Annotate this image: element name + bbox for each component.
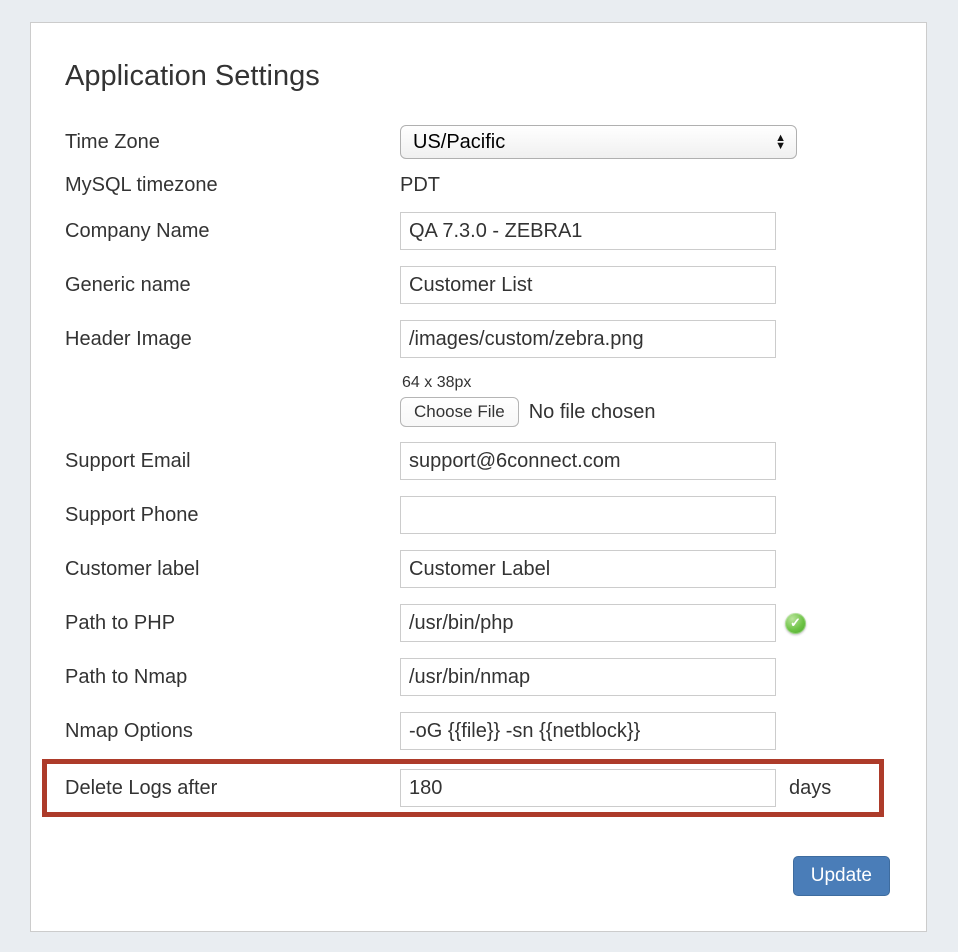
customer-label-label: Customer label [65,558,400,581]
choose-file-button[interactable]: Choose File [400,397,519,427]
support-phone-label: Support Phone [65,504,400,527]
form-row-support-phone: Support Phone [65,496,926,534]
file-upload-group: 64 x 38px Choose File No file chosen [400,374,655,427]
company-name-label: Company Name [65,220,400,243]
delete-logs-field[interactable] [400,769,776,807]
path-nmap-field[interactable] [400,658,776,696]
form-row-nmap-options: Nmap Options [65,712,926,750]
submit-row: Update [65,856,926,896]
form-row-path-nmap: Path to Nmap [65,658,926,696]
page-title: Application Settings [65,60,926,93]
support-email-label: Support Email [65,450,400,473]
file-controls: Choose File No file chosen [400,397,655,427]
delete-logs-unit: days [789,777,831,800]
form-row-support-email: Support Email [65,442,926,480]
path-nmap-label: Path to Nmap [65,666,400,689]
file-chosen-status: No file chosen [529,401,656,424]
generic-name-label: Generic name [65,274,400,297]
chevron-down-icon: ▼ [775,142,786,150]
customer-label-field[interactable] [400,550,776,588]
form-row-path-php: Path to PHP ✓ [65,604,926,642]
company-name-field[interactable] [400,212,776,250]
timezone-select[interactable]: US/Pacific ▲ ▼ [400,125,797,159]
path-php-field[interactable] [400,604,776,642]
check-circle-icon: ✓ [785,613,806,634]
mysql-timezone-label: MySQL timezone [65,174,400,197]
header-image-label: Header Image [65,328,400,351]
generic-name-field[interactable] [400,266,776,304]
file-size-hint: 64 x 38px [402,374,655,392]
form-row-generic-name: Generic name [65,266,926,304]
application-settings-panel: Application Settings Time Zone US/Pacifi… [30,22,927,932]
form-row-file-upload: 64 x 38px Choose File No file chosen [65,374,926,427]
delete-logs-highlight-box: Delete Logs after days [42,759,884,817]
header-image-field[interactable] [400,320,776,358]
nmap-options-field[interactable] [400,712,776,750]
form-row-customer-label: Customer label [65,550,926,588]
update-button[interactable]: Update [793,856,890,896]
support-phone-field[interactable] [400,496,776,534]
mysql-timezone-value: PDT [400,173,440,197]
delete-logs-label: Delete Logs after [65,777,400,800]
support-email-field[interactable] [400,442,776,480]
form-row-timezone: Time Zone US/Pacific ▲ ▼ [65,125,926,159]
nmap-options-label: Nmap Options [65,720,400,743]
select-stepper-icon: ▲ ▼ [775,134,786,150]
path-php-label: Path to PHP [65,612,400,635]
form-row-header-image: Header Image [65,320,926,358]
form-row-company-name: Company Name [65,212,926,250]
form-row-mysql-timezone: MySQL timezone PDT [65,173,926,197]
timezone-label: Time Zone [65,131,400,154]
timezone-select-value: US/Pacific [413,131,505,154]
